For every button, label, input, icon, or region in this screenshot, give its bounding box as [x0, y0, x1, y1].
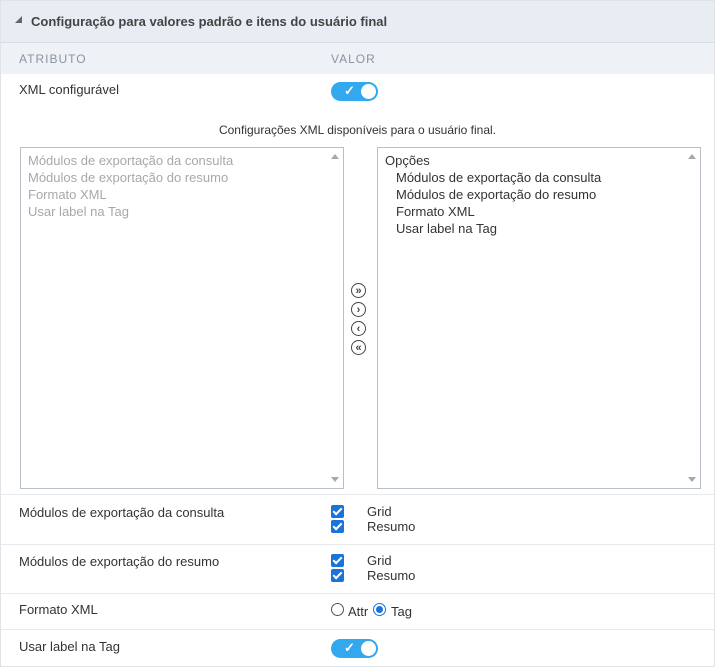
xml-configurable-toggle[interactable]: ✓	[331, 82, 378, 101]
export-consulta-grid-checkbox[interactable]	[331, 505, 344, 518]
export-resumo-resumo-label: Resumo	[367, 568, 416, 583]
move-all-right-button[interactable]: »	[351, 283, 366, 298]
list-item[interactable]: Usar label na Tag	[28, 203, 129, 220]
check-icon: ✓	[344, 640, 355, 655]
xml-format-tag-label: Tag	[391, 604, 412, 619]
column-header-row: ATRIBUTO VALOR	[1, 43, 714, 74]
export-resumo-grid-label: Grid	[367, 553, 392, 568]
scrollbar[interactable]	[684, 148, 700, 488]
row-divider	[1, 544, 714, 545]
scroll-down-arrow-icon[interactable]	[688, 477, 696, 482]
xml-options-caption: Configurações XML disponíveis para o usu…	[218, 123, 497, 137]
xml-format-label: Formato XML	[19, 602, 98, 617]
export-consulta-resumo-checkbox[interactable]	[331, 520, 344, 533]
xml-configurable-label: XML configurável	[19, 82, 119, 97]
xml-format-attr-label: Attr	[348, 604, 369, 619]
scroll-down-arrow-icon[interactable]	[331, 477, 339, 482]
value-column-header: VALOR	[331, 52, 376, 66]
list-item[interactable]: Módulos de exportação do resumo	[396, 186, 596, 203]
move-left-button[interactable]: ‹	[351, 321, 366, 336]
scroll-up-arrow-icon[interactable]	[688, 154, 696, 159]
list-item[interactable]: Módulos de exportação da consulta	[396, 169, 601, 186]
collapse-triangle-icon[interactable]	[15, 16, 22, 23]
attribute-column-header: ATRIBUTO	[19, 52, 87, 66]
export-resumo-grid-checkbox[interactable]	[331, 554, 344, 567]
toggle-knob	[361, 84, 376, 99]
export-consulta-grid-label: Grid	[367, 504, 392, 519]
export-consulta-label: Módulos de exportação da consulta	[19, 505, 225, 520]
selected-options-listbox[interactable]: Opções Módulos de exportação da consulta…	[377, 147, 701, 489]
toggle-knob	[361, 641, 376, 656]
check-icon: ✓	[344, 83, 355, 98]
list-item[interactable]: Módulos de exportação da consulta	[28, 152, 233, 169]
use-label-tag-label: Usar label na Tag	[19, 639, 120, 654]
row-divider	[1, 593, 714, 594]
list-group-label: Opções	[385, 153, 430, 168]
use-label-tag-toggle[interactable]: ✓	[331, 639, 378, 658]
panel-title: Configuração para valores padrão e itens…	[31, 14, 388, 29]
scrollbar[interactable]	[327, 148, 343, 488]
row-divider	[1, 494, 714, 495]
move-right-button[interactable]: ›	[351, 302, 366, 317]
available-options-listbox[interactable]: Módulos de exportação da consulta Módulo…	[20, 147, 344, 489]
export-resumo-label: Módulos de exportação do resumo	[19, 554, 220, 569]
list-item[interactable]: Formato XML	[396, 203, 475, 220]
panel-header[interactable]: Configuração para valores padrão e itens…	[1, 1, 714, 43]
xml-format-attr-radio[interactable]	[331, 603, 344, 616]
export-resumo-resumo-checkbox[interactable]	[331, 569, 344, 582]
list-item[interactable]: Formato XML	[28, 186, 107, 203]
row-divider	[1, 629, 714, 630]
move-all-left-button[interactable]: «	[351, 340, 366, 355]
list-item[interactable]: Usar label na Tag	[396, 220, 497, 237]
xml-format-tag-radio[interactable]	[373, 603, 386, 616]
list-item[interactable]: Módulos de exportação do resumo	[28, 169, 228, 186]
export-consulta-resumo-label: Resumo	[367, 519, 416, 534]
scroll-up-arrow-icon[interactable]	[331, 154, 339, 159]
config-panel: Configuração para valores padrão e itens…	[0, 0, 715, 667]
